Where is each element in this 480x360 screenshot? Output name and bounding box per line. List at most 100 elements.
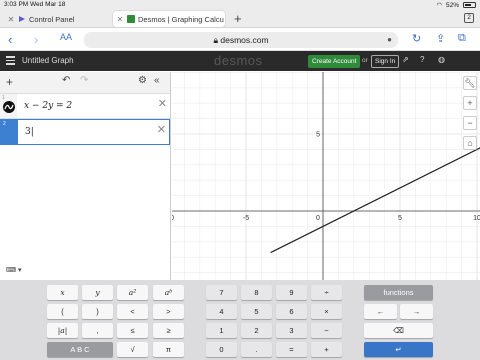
zoom-in-icon[interactable]: + <box>463 96 477 110</box>
functions-button[interactable]: functions <box>364 285 433 300</box>
collapse-list-icon[interactable]: « <box>154 75 160 86</box>
battery-percent: 52% <box>445 1 459 9</box>
key-a-power-b[interactable]: aᵇ <box>153 285 184 300</box>
reload-icon[interactable]: ↻ <box>412 32 421 45</box>
status-time: 3:03 PM Wed Mar 18 <box>4 1 66 8</box>
hamburger-menu-icon[interactable] <box>6 56 15 67</box>
backspace-key[interactable]: ⌫ <box>364 323 433 338</box>
abc-keyboard-button[interactable]: A B C <box>47 342 113 357</box>
delete-expression-icon[interactable]: ✕ <box>158 97 167 110</box>
tab-title: Control Panel <box>29 14 75 24</box>
battery-icon <box>463 2 476 8</box>
key-less-than[interactable]: < <box>117 304 148 319</box>
lock-icon: 🔒︎ <box>213 35 218 45</box>
help-icon[interactable]: ? <box>420 55 424 64</box>
key-plus[interactable]: + <box>311 342 342 357</box>
key-2[interactable]: 2 <box>241 323 272 338</box>
zoom-out-icon[interactable]: − <box>463 116 477 130</box>
key-y[interactable]: y <box>82 285 113 300</box>
wifi-icon: ◠ <box>436 2 442 9</box>
key-x[interactable]: x <box>47 285 78 300</box>
key-absolute-value[interactable]: |a| <box>47 323 78 338</box>
key-6[interactable]: 6 <box>276 304 307 319</box>
expression-toolbar: + ↶ ↷ ⚙ « <box>0 72 170 94</box>
graph-zoom-tools: 🔧︎ + − ⌂ <box>463 76 477 150</box>
key-7[interactable]: 7 <box>206 285 237 300</box>
key-1[interactable]: 1 <box>206 323 237 338</box>
expression-input[interactable]: 3| <box>25 127 34 137</box>
key-equals[interactable]: = <box>276 342 307 357</box>
key-minus[interactable]: − <box>311 323 342 338</box>
share-icon[interactable]: ⇪ <box>436 32 445 45</box>
enter-key[interactable]: ↵ <box>364 342 433 357</box>
axis-tick-labels: -10 -5 0 5 10 5 <box>172 132 480 223</box>
browser-tab-bar: ✕ Control Panel ✕ Desmos | Graphing Calc… <box>0 9 480 28</box>
keyboard-toggle-icon[interactable]: ⌨ ▾ <box>6 266 34 276</box>
add-item-plus-icon[interactable]: + <box>6 75 13 89</box>
share-graph-icon[interactable]: ⇗ <box>402 55 409 64</box>
tab-count-icon[interactable]: 2 <box>464 13 474 23</box>
redo-icon[interactable]: ↷ <box>80 75 88 86</box>
expression-index: 2 <box>3 121 6 127</box>
undo-icon[interactable]: ↶ <box>62 75 70 86</box>
key-pi[interactable]: π <box>153 342 184 357</box>
key-4[interactable]: 4 <box>206 304 237 319</box>
key-0[interactable]: 0 <box>206 342 237 357</box>
x-tick-label: -10 <box>172 215 174 222</box>
x-tick-label: 0 <box>316 215 320 222</box>
key-open-paren[interactable]: ( <box>47 304 78 319</box>
delete-expression-icon[interactable]: ✕ <box>157 123 166 136</box>
key-less-equal[interactable]: ≤ <box>117 323 148 338</box>
key-multiply[interactable]: × <box>311 304 342 319</box>
tabs-overview-icon[interactable]: ⧉ <box>458 32 466 45</box>
tab-desmos[interactable]: ✕ Desmos | Graphing Calcu <box>113 11 225 27</box>
sign-in-button[interactable]: Sign In <box>371 55 400 68</box>
desmos-favicon-icon <box>127 15 135 23</box>
cursor-right-key[interactable]: → <box>400 304 433 319</box>
key-comma[interactable]: , <box>82 323 113 338</box>
ios-status-bar: 3:03 PM Wed Mar 18 ◠ 52% <box>0 0 480 9</box>
tab-control-panel[interactable]: ✕ Control Panel <box>4 11 112 27</box>
or-text: or <box>362 57 368 64</box>
desmos-header: Untitled Graph desmos Create Account or … <box>0 51 480 71</box>
key-greater-than[interactable]: > <box>153 304 184 319</box>
graph-settings-wrench-icon[interactable]: 🔧︎ <box>463 76 477 90</box>
expression-text[interactable]: x − 2y = 2 <box>24 101 72 111</box>
control-panel-favicon-icon <box>19 16 25 22</box>
microphone-icon[interactable]: ● <box>387 32 392 48</box>
tab-title: Desmos | Graphing Calcu <box>138 14 224 24</box>
expression-row-active[interactable]: 2 3| ✕ <box>0 119 170 145</box>
key-5[interactable]: 5 <box>241 304 272 319</box>
cursor-left-key[interactable]: ← <box>364 304 397 319</box>
settings-gear-icon[interactable]: ⚙ <box>138 75 147 86</box>
graph-visibility-toggle-icon[interactable] <box>3 101 15 113</box>
back-icon[interactable]: ‹ <box>8 32 12 47</box>
y-tick-label: 5 <box>316 132 320 139</box>
language-globe-icon[interactable]: ◍ <box>438 55 445 64</box>
key-close-paren[interactable]: ) <box>82 304 113 319</box>
plotted-line[interactable] <box>270 142 480 254</box>
create-account-button[interactable]: Create Account <box>308 55 361 68</box>
key-3[interactable]: 3 <box>276 323 307 338</box>
url-text: desmos.com <box>220 35 269 45</box>
graph-title[interactable]: Untitled Graph <box>22 56 74 65</box>
expression-panel: + ↶ ↷ ⚙ « 1 x − 2y = 2 ✕ 2 3| ✕ <box>0 72 171 280</box>
desmos-logo: desmos <box>214 53 263 68</box>
close-tab-icon[interactable]: ✕ <box>4 15 18 24</box>
new-tab-plus-icon[interactable]: + <box>234 11 242 26</box>
key-square-root[interactable]: √ <box>117 342 148 357</box>
reader-aA-icon[interactable]: AA <box>60 32 72 42</box>
forward-icon[interactable]: › <box>34 32 38 47</box>
math-keypad: x y a² aᵇ 7 8 9 ÷ functions ( ) < > 4 5 … <box>0 280 480 360</box>
key-divide[interactable]: ÷ <box>311 285 342 300</box>
expression-row[interactable]: 1 x − 2y = 2 ✕ <box>0 94 170 119</box>
key-a-squared[interactable]: a² <box>117 285 148 300</box>
key-decimal[interactable]: . <box>241 342 272 357</box>
address-bar[interactable]: 🔒︎ desmos.com ● <box>84 32 398 48</box>
key-greater-equal[interactable]: ≥ <box>153 323 184 338</box>
home-view-icon[interactable]: ⌂ <box>463 136 477 150</box>
key-9[interactable]: 9 <box>276 285 307 300</box>
graph-paper[interactable]: -10 -5 0 5 10 5 <box>172 72 480 280</box>
key-8[interactable]: 8 <box>241 285 272 300</box>
close-tab-icon[interactable]: ✕ <box>113 15 127 24</box>
